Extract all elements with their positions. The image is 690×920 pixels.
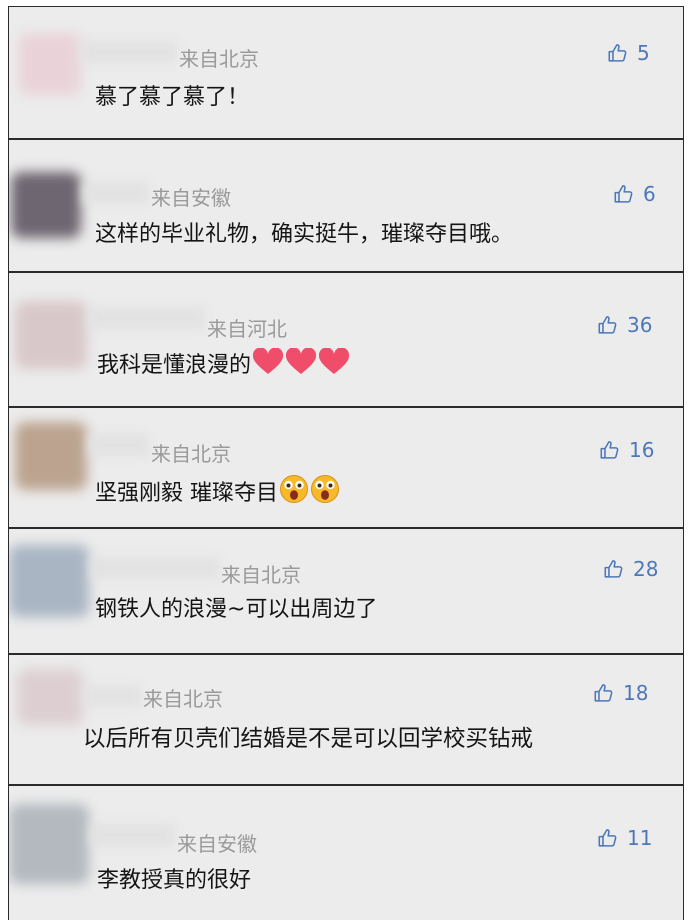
location-label: 来自北京 [221,563,301,587]
username-redacted[interactable] [89,307,205,329]
comment-text: 以后所有贝壳们结婚是不是可以回学校买钻戒 [83,726,534,752]
like-count: 36 [627,313,653,337]
thumbs-up-icon [598,316,617,334]
thumbs-up-icon [604,560,623,578]
comment-card: 来自河北 我科是懂浪漫的 36 [8,272,684,407]
like-count: 28 [633,557,659,581]
like-count: 11 [627,826,653,850]
avatar[interactable] [15,422,87,490]
like-count: 6 [643,182,656,206]
heart-emoji [319,348,350,374]
like-button[interactable]: 18 [593,681,648,705]
comment-text: 李教授真的很好 [97,868,252,893]
avatar[interactable] [9,545,89,617]
comment-text: 这样的毕业礼物，确实挺牛，璀璨夺目哦。 [95,222,514,247]
comment-text: 坚强刚毅 璀璨夺目 [95,474,340,507]
heart-emoji [286,348,317,374]
comment-card: 来自北京 坚强刚毅 璀璨夺目 16 [8,407,684,528]
surprised-face-emoji [311,475,339,503]
heart-emoji [253,348,284,374]
comment-text: 钢铁人的浪漫~可以出周边了 [95,597,378,622]
username-redacted[interactable] [89,434,149,456]
comment-card: 来自北京 以后所有贝壳们结婚是不是可以回学校买钻戒 18 [8,654,684,785]
thumbs-up-icon [608,44,627,62]
comment-card: 来自安徽 这样的毕业礼物，确实挺牛，璀璨夺目哦。 6 [8,139,684,272]
like-button[interactable]: 6 [613,182,656,206]
location-label: 来自河北 [207,317,287,341]
username-redacted[interactable] [85,685,141,707]
location-label: 来自北京 [151,442,231,466]
like-button[interactable]: 5 [607,41,650,65]
username-redacted[interactable] [83,182,149,204]
avatar[interactable] [19,33,81,95]
location-label: 来自北京 [143,687,223,711]
like-count: 5 [637,41,650,65]
username-redacted[interactable] [81,41,177,63]
location-label: 来自安徽 [151,186,231,210]
avatar[interactable] [11,172,81,238]
comment-card: 来自北京 钢铁人的浪漫~可以出周边了 28 [8,528,684,654]
comment-card: 来自安徽 李教授真的很好 11 [8,785,684,920]
thumbs-up-icon [614,185,633,203]
like-button[interactable]: 36 [597,313,652,337]
like-button[interactable]: 28 [603,557,658,581]
thumbs-up-icon [598,829,617,847]
username-redacted[interactable] [91,557,219,579]
surprised-face-emoji [280,475,308,503]
avatar[interactable] [17,669,83,725]
comment-text: 慕了慕了慕了！ [95,85,250,110]
like-count: 18 [623,681,649,705]
avatar[interactable] [15,301,87,369]
thumbs-up-icon [600,441,619,459]
like-button[interactable]: 16 [599,438,654,462]
location-label: 来自北京 [179,47,259,71]
username-redacted[interactable] [91,824,175,846]
location-label: 来自安徽 [177,832,257,856]
avatar[interactable] [9,804,89,884]
like-count: 16 [629,438,655,462]
thumbs-up-icon [594,684,613,702]
like-button[interactable]: 11 [597,826,652,850]
comment-card: 来自北京 慕了慕了慕了！ 5 [8,6,684,139]
comment-text: 我科是懂浪漫的 [97,347,350,379]
